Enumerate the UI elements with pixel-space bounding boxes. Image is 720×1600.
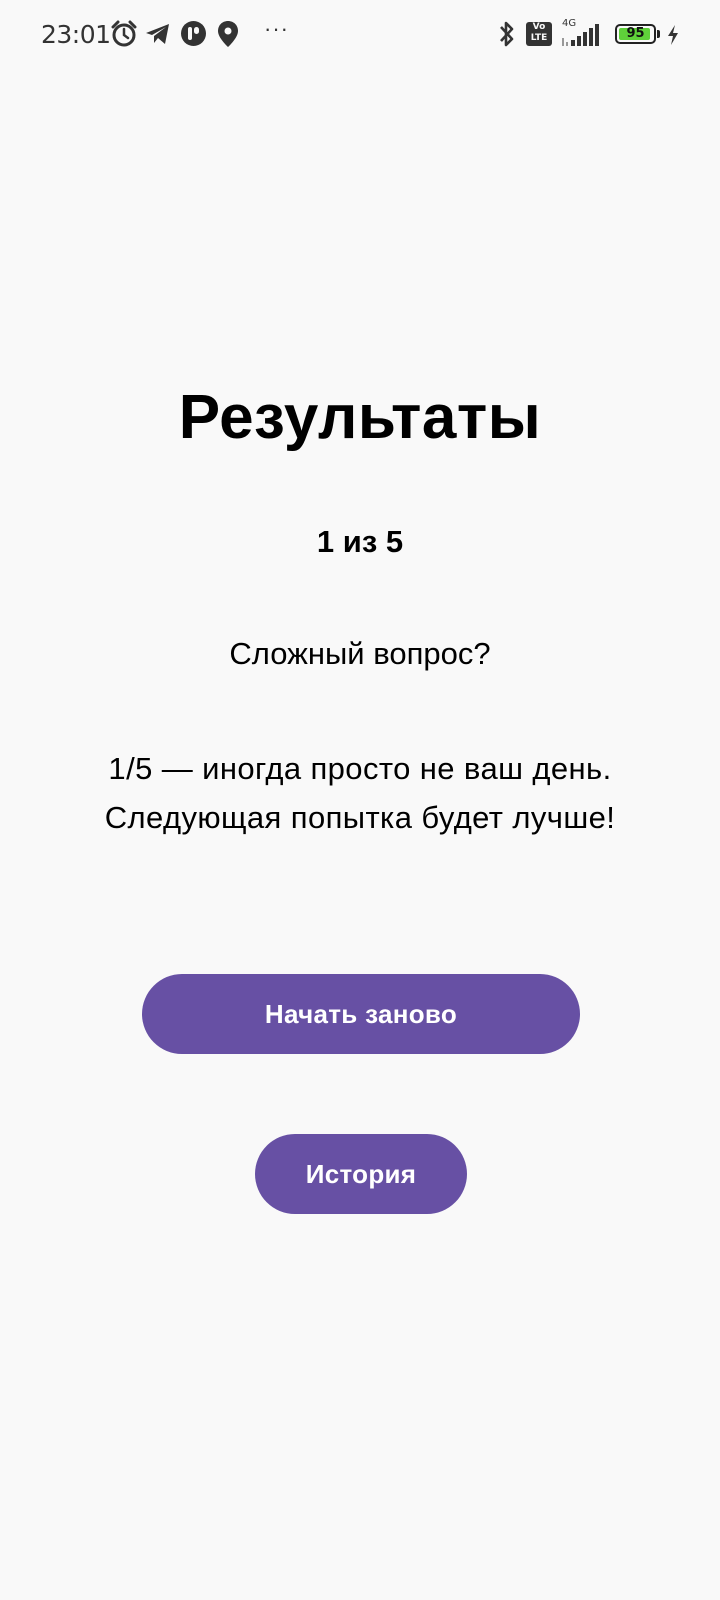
restart-button[interactable]: Начать заново	[142, 974, 580, 1054]
status-bar: 23:01 ··· Vo LTE 4G 95	[0, 0, 720, 70]
history-button[interactable]: История	[255, 1134, 467, 1214]
bluetooth-icon	[500, 21, 514, 47]
result-message-line-2: Следующая попытка будет лучше!	[104, 800, 616, 835]
volte-label-bottom: LTE	[530, 33, 548, 43]
location-icon	[218, 21, 238, 47]
telegram-icon	[146, 24, 169, 44]
battery-icon: 95	[615, 24, 656, 44]
volte-label-top: Vo	[532, 22, 546, 32]
signal-bars-icon	[562, 24, 599, 46]
charging-icon	[668, 25, 678, 45]
app-notification-icon	[181, 21, 206, 46]
battery-cap	[657, 30, 660, 38]
more-notifications-icon: ···	[264, 16, 289, 41]
result-subtitle: Сложный вопрос?	[229, 636, 491, 671]
status-time: 23:01	[41, 20, 111, 49]
volte-icon: Vo LTE	[526, 22, 552, 46]
result-message: 1/5 — иногда просто не ваш день. Следующ…	[40, 744, 680, 842]
page-title: Результаты	[178, 383, 542, 452]
alarm-icon	[111, 20, 137, 47]
score-label: 1 из 5	[316, 524, 404, 559]
battery-level-text: 95	[626, 26, 645, 41]
result-message-line-1: 1/5 — иногда просто не ваш день.	[108, 751, 612, 786]
signal-4g-icon: 4G	[560, 18, 606, 48]
